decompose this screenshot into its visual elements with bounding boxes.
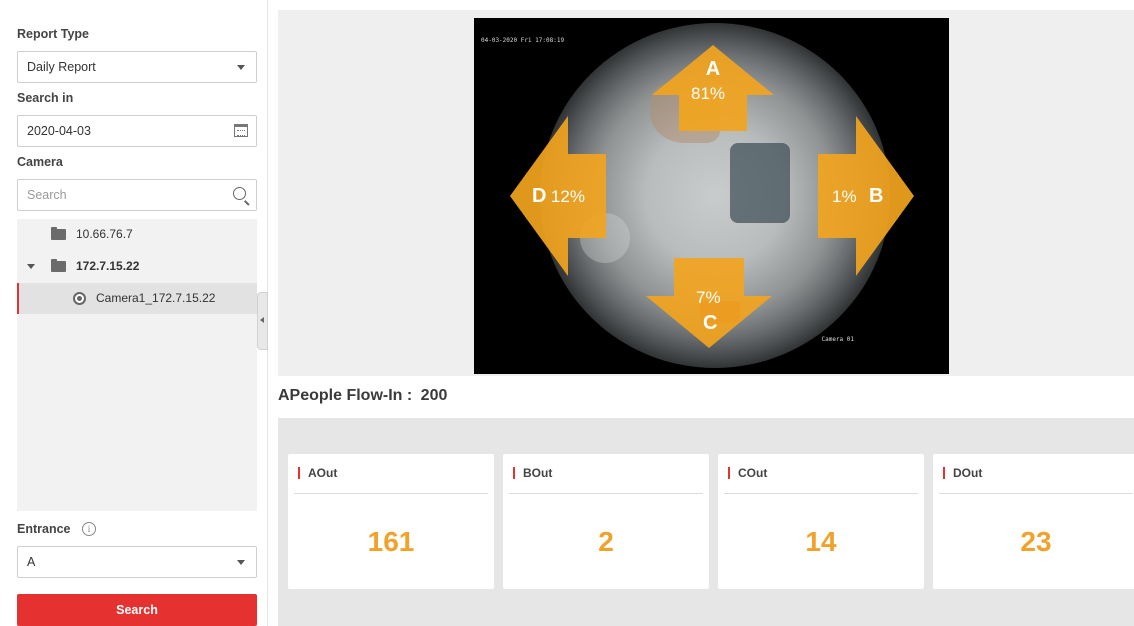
entrance-value: A (27, 555, 36, 569)
camera-icon (73, 292, 86, 305)
tree-item-label: 10.66.76.7 (76, 227, 133, 241)
direction-a-percent: 81% (691, 84, 726, 103)
people-flow-label: APeople Flow-In : (278, 387, 413, 404)
direction-c-letter: C (703, 312, 718, 334)
chevron-down-icon (237, 560, 245, 565)
stat-card-value: 2 (598, 526, 614, 557)
calendar-icon[interactable] (234, 124, 248, 137)
tree-item-device[interactable]: 10.66.76.7 (17, 219, 257, 250)
direction-d-letter: D (532, 185, 547, 207)
tree-item-label: Camera1_172.7.15.22 (96, 291, 216, 305)
scene-detail (730, 143, 790, 223)
report-type-label: Report Type (17, 27, 89, 41)
stat-card-title: COut (728, 466, 767, 480)
tree-item-camera-selected[interactable]: Camera1_172.7.15.22 (17, 283, 257, 314)
stat-card-dout: DOut 23 (933, 454, 1134, 589)
tree-item-device-expanded[interactable]: 172.7.15.22 (17, 251, 257, 282)
direction-d-label: D 12% (532, 185, 585, 208)
stat-card-title: AOut (298, 466, 337, 480)
date-field[interactable]: 2020-04-03 (17, 115, 257, 147)
stat-card-title: BOut (513, 466, 552, 480)
chevron-down-icon (237, 65, 245, 70)
divider (724, 493, 918, 494)
stat-card-bout: BOut 2 (503, 454, 709, 589)
filter-panel: Report Type Daily Report Search in 2020-… (0, 0, 268, 626)
camera-search-placeholder: Search (27, 188, 67, 202)
camera-label: Camera (17, 155, 63, 169)
direction-b-percent: 1% (832, 187, 857, 206)
video-camera-name: Camera 01 (821, 336, 854, 343)
folder-icon (51, 227, 66, 240)
info-icon[interactable]: i (82, 522, 96, 536)
stat-card-aout: AOut 161 (288, 454, 494, 589)
panel-collapse-handle[interactable] (257, 292, 268, 350)
divider (509, 493, 703, 494)
direction-c-percent: 7% (696, 288, 721, 307)
stat-card-title: DOut (943, 466, 982, 480)
search-button[interactable]: Search (17, 594, 257, 626)
stat-card-cout: COut 14 (718, 454, 924, 589)
report-type-select[interactable]: Daily Report (17, 51, 257, 83)
people-flow-value: 200 (420, 387, 448, 404)
date-value: 2020-04-03 (27, 124, 91, 138)
fisheye-video: 04-03-2020 Fri 17:08:19 Camera 01 A 81% … (474, 18, 949, 374)
camera-search-input[interactable]: Search (17, 179, 257, 211)
stat-card-value: 23 (1020, 526, 1052, 557)
divider (939, 493, 1133, 494)
tree-item-label: 172.7.15.22 (76, 259, 140, 273)
folder-icon (51, 259, 66, 272)
divider (294, 493, 488, 494)
app-root: Report Type Daily Report Search in 2020-… (0, 0, 1134, 626)
expand-caret-icon[interactable] (27, 264, 35, 269)
direction-d-percent: 12% (550, 187, 585, 206)
direction-b-label: 1% B (832, 185, 883, 208)
entrance-select[interactable]: A (17, 546, 257, 578)
stat-card-value: 161 (367, 526, 415, 557)
camera-tree: 10.66.76.7 172.7.15.22 Camera1_172.7.15.… (17, 219, 257, 511)
report-type-value: Daily Report (27, 60, 96, 74)
video-timestamp: 04-03-2020 Fri 17:08:19 (481, 37, 565, 44)
direction-a-letter: A (705, 58, 721, 80)
people-flow-title: APeople Flow-In : 200 (278, 387, 447, 405)
stat-card-value: 14 (805, 526, 837, 557)
entrance-label: Entrance (17, 522, 71, 536)
search-icon[interactable] (233, 187, 246, 200)
search-in-label: Search in (17, 91, 74, 105)
direction-b-letter: B (869, 185, 884, 207)
